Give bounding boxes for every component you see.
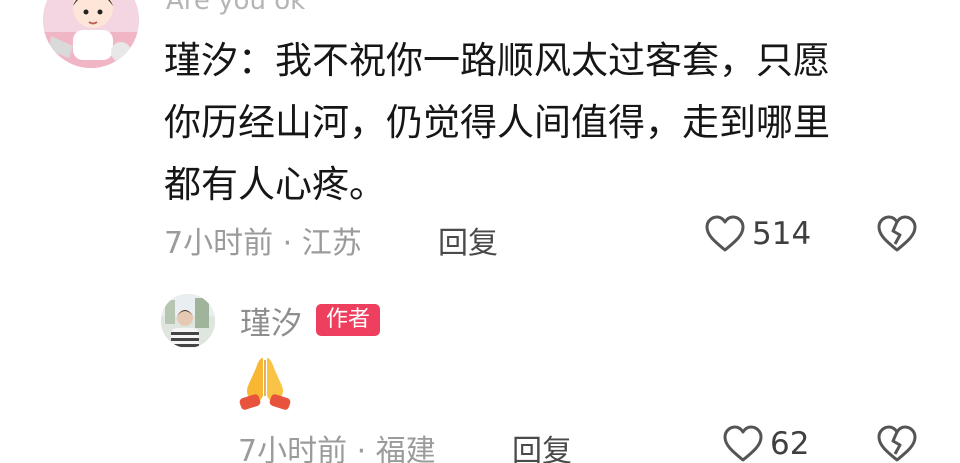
folded-hands-emoji — [236, 354, 294, 410]
like-count: 62 — [770, 426, 810, 462]
reply-button[interactable]: 回复 — [438, 218, 498, 262]
comment-meta: 7小时前 · 江苏 — [164, 226, 362, 261]
comment-thread: { "comment": { "username": "Are you ok",… — [0, 0, 960, 463]
reply-meta: 7小时前 · 福建 — [238, 434, 436, 463]
like-count: 514 — [752, 216, 812, 252]
author-badge: 作者 — [316, 304, 381, 336]
broken-heart-icon — [877, 215, 917, 252]
comment-username[interactable]: Are you ok — [166, 0, 305, 16]
comment-line: 都有人心疼。 — [164, 163, 386, 206]
reply-like-button[interactable]: 62 — [722, 424, 809, 463]
comment-line: 你历经山河，仍觉得人间值得，走到哪里 — [164, 101, 830, 144]
reply-dislike-button[interactable] — [876, 424, 918, 463]
comment-body: 瑾汐：我不祝你一路顺风太过客套，只愿 你历经山河，仍觉得人间值得，走到哪里 都有… — [164, 30, 924, 216]
reply-reply-button[interactable]: 回复 — [512, 426, 572, 463]
reply-avatar[interactable] — [161, 294, 215, 348]
broken-heart-icon — [877, 425, 917, 462]
cartoon-avatar-image — [43, 0, 139, 68]
photo-avatar-image — [161, 294, 215, 348]
folded-hands-icon — [239, 358, 291, 410]
reply-username[interactable]: 瑾汐 — [240, 298, 302, 343]
avatar[interactable] — [43, 0, 139, 68]
like-button[interactable]: 514 — [704, 214, 811, 254]
dislike-button[interactable] — [876, 214, 918, 258]
heart-outline-icon — [705, 215, 745, 252]
comment-line: 瑾汐：我不祝你一路顺风太过客套，只愿 — [164, 39, 830, 82]
heart-outline-icon — [723, 425, 763, 462]
